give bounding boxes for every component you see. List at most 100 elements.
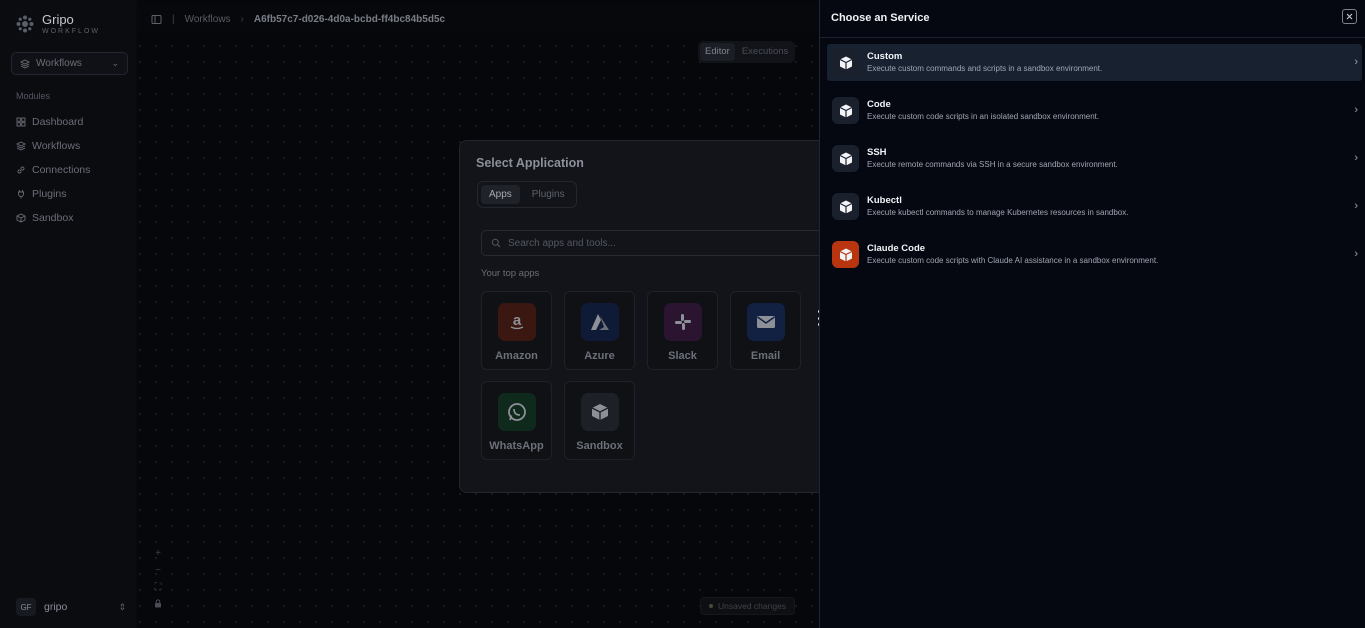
canvas-topbar: | Workflows › A6fb57c7-d026-4d0a-bcbd-ff… (138, 5, 820, 33)
status-text: Unsaved changes (718, 601, 787, 611)
app-name: Email (750, 350, 781, 362)
breadcrumb-workflows[interactable]: Workflows (185, 14, 231, 25)
workspace-select-value: Workflows (36, 58, 82, 69)
sidebar-item-workflows[interactable]: Workflows (16, 134, 90, 158)
box-icon (839, 152, 852, 165)
modal-title: Select Application (476, 156, 584, 170)
sidebar-nav: Dashboard Workflows Connections Plugins … (16, 110, 90, 230)
sidebar-item-dashboard[interactable]: Dashboard (16, 110, 90, 134)
sidebar-item-label: Dashboard (32, 116, 84, 128)
panel-title: Choose an Service (831, 12, 930, 24)
service-name: Code (867, 99, 891, 110)
service-description: Execute remote commands via SSH in a sec… (867, 160, 1118, 169)
box-icon (580, 393, 619, 431)
layers-icon (16, 141, 26, 151)
service-panel: Choose an Service Custom Execute custom … (819, 0, 1365, 628)
service-description: Execute kubectl commands to manage Kuber… (867, 208, 1129, 217)
app-card-amazon[interactable]: a Amazon (481, 291, 552, 370)
zoom-out-button[interactable]: − (150, 565, 166, 582)
status-dot (709, 604, 713, 608)
sidebar-item-plugins[interactable]: Plugins (16, 182, 90, 206)
chevron-right-icon: › (1354, 56, 1358, 68)
app-search-field[interactable]: Search apps and tools... (481, 230, 820, 256)
brand-logo[interactable]: Gripo WORKFLOW (16, 12, 100, 37)
box-icon (839, 200, 852, 213)
tab-editor[interactable]: Editor (700, 43, 735, 61)
tab-apps[interactable]: Apps (481, 185, 520, 204)
email-icon (746, 303, 785, 341)
service-name: SSH (867, 147, 887, 158)
service-item-claude-code[interactable]: Claude Code Execute custom code scripts … (827, 236, 1362, 273)
service-name: Custom (867, 51, 903, 62)
lock-icon (155, 599, 161, 608)
zoom-controls: + − ⛶ (150, 548, 166, 616)
chevron-updown-icon: ⇕ (118, 601, 126, 612)
tab-executions[interactable]: Executions (737, 43, 793, 61)
app-name: Amazon (495, 350, 538, 362)
amazon-icon: a (497, 303, 536, 341)
close-button[interactable] (1342, 9, 1357, 24)
service-item-ssh[interactable]: SSH Execute remote commands via SSH in a… (827, 140, 1362, 177)
service-icon (832, 241, 859, 268)
azure-icon (580, 303, 619, 341)
service-name: Claude Code (867, 243, 926, 254)
whatsapp-icon (497, 393, 536, 431)
chevron-down-icon: ⌄ (111, 58, 119, 68)
app-name: Slack (668, 350, 697, 362)
chevron-right-icon: › (1354, 200, 1358, 212)
app-root: Gripo WORKFLOW Workflows ⌄ Modules Dashb… (0, 0, 1365, 628)
service-item-kubectl[interactable]: Kubectl Execute kubectl commands to mana… (827, 188, 1362, 225)
workspace-select[interactable]: Workflows ⌄ (11, 52, 128, 75)
divider (820, 37, 1365, 38)
app-card-whatsapp[interactable]: WhatsApp (481, 381, 552, 460)
service-icon (832, 193, 859, 220)
search-input[interactable]: Search apps and tools... (508, 238, 616, 249)
app-card-sandbox[interactable]: Sandbox (564, 381, 635, 460)
fit-view-button[interactable]: ⛶ (150, 582, 166, 599)
user-name: gripo (44, 601, 68, 613)
chevron-right-icon: › (240, 13, 244, 25)
svg-text:a: a (512, 312, 521, 329)
box-icon (16, 213, 26, 223)
close-icon (1346, 13, 1353, 20)
user-menu[interactable]: GF gripo ⇕ (16, 598, 126, 616)
modules-label: Modules (16, 91, 51, 101)
search-icon (491, 238, 501, 248)
sidebar: Gripo WORKFLOW Workflows ⌄ Modules Dashb… (0, 0, 136, 628)
select-application-modal: Select Application Apps Plugins Search a… (459, 140, 820, 493)
mode-toggle: Editor Executions (698, 41, 796, 63)
app-tabs: Apps Plugins (477, 181, 577, 208)
service-name: Kubectl (867, 195, 902, 206)
top-apps-label: Your top apps (481, 268, 540, 279)
zoom-in-button[interactable]: + (150, 548, 166, 565)
box-icon (839, 248, 852, 261)
box-icon (839, 56, 852, 69)
chevron-right-icon: › (1354, 104, 1358, 116)
service-item-custom[interactable]: Custom Execute custom commands and scrip… (827, 44, 1362, 81)
service-description: Execute custom code scripts with Claude … (867, 256, 1159, 265)
sidebar-item-connections[interactable]: Connections (16, 158, 90, 182)
box-icon (839, 104, 852, 117)
service-description: Execute custom commands and scripts in a… (867, 64, 1103, 73)
sidebar-item-label: Sandbox (32, 212, 74, 224)
sidebar-item-label: Connections (32, 164, 91, 176)
app-name: Sandbox (576, 440, 623, 452)
link-icon (17, 166, 25, 174)
service-description: Execute custom code scripts in an isolat… (867, 112, 1100, 121)
sidebar-toggle-icon[interactable] (151, 14, 162, 25)
service-item-code[interactable]: Code Execute custom code scripts in an i… (827, 92, 1362, 129)
chevron-right-icon: › (1354, 152, 1358, 164)
app-card-email[interactable]: Email (730, 291, 801, 370)
avatar: GF (16, 598, 36, 616)
slack-icon (663, 303, 702, 341)
app-name: WhatsApp (489, 440, 544, 452)
brand-name: Gripo (42, 12, 74, 27)
app-card-azure[interactable]: Azure (564, 291, 635, 370)
app-name: Azure (584, 350, 615, 362)
brand-subtitle: WORKFLOW (42, 28, 100, 35)
service-list: Custom Execute custom commands and scrip… (827, 44, 1362, 284)
lock-button[interactable] (150, 599, 166, 616)
app-card-slack[interactable]: Slack (647, 291, 718, 370)
sidebar-item-sandbox[interactable]: Sandbox (16, 206, 90, 230)
tab-plugins[interactable]: Plugins (524, 185, 573, 204)
